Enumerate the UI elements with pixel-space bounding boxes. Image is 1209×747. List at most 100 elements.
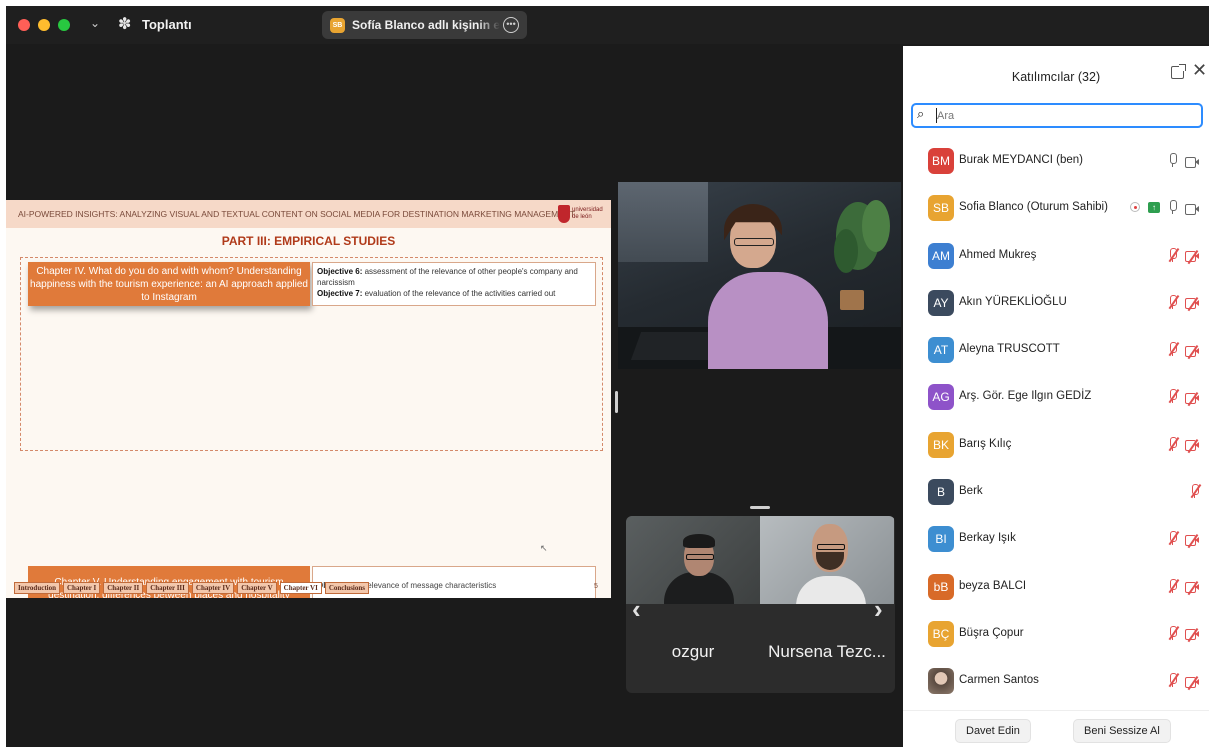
objective-8-text: relevance of message characteristics (362, 581, 497, 590)
mic-muted-icon[interactable] (1168, 436, 1179, 451)
title-bar: ⌄ ✽ Toplantı SB Sofía Blanco adlı kişini… (6, 6, 1209, 44)
mute-me-button[interactable]: Beni Sessize Al (1073, 719, 1171, 743)
video-gallery-strip: ‹ › ozgur Nursena Tezc... (626, 516, 895, 693)
participant-name: Aleyna TRUSCOTT (959, 343, 1060, 356)
mic-muted-icon[interactable] (1168, 294, 1179, 309)
participant-row[interactable]: AY Akın YÜREKLİOĞLU (903, 281, 1209, 328)
avatar: BM (928, 148, 954, 174)
gallery-prev-icon[interactable]: ‹ (632, 594, 641, 625)
participant-name: Berkay Işık (959, 532, 1016, 545)
slide-nav-bar: Introduction Chapter I Chapter II Chapte… (14, 582, 369, 594)
shared-screen-slide: AI-POWERED INSIGHTS: ANALYZING VISUAL AN… (6, 200, 611, 598)
avatar: AG (928, 384, 954, 411)
slide-nav-item[interactable]: Chapter I (63, 582, 101, 594)
more-options-icon[interactable]: ••• (503, 17, 519, 33)
participant-row[interactable]: AT Aleyna TRUSCOTT (903, 328, 1209, 375)
screen-share-icon: ↑ (1148, 201, 1160, 213)
slide-nav-item[interactable]: Introduction (14, 582, 60, 594)
participant-row[interactable]: BÇ Büşra Çopur (903, 612, 1209, 659)
participant-status-icons: ↑ (1130, 200, 1199, 215)
mic-muted-icon[interactable] (1168, 342, 1179, 357)
mic-muted-icon[interactable] (1168, 531, 1179, 546)
mic-muted-icon[interactable] (1168, 247, 1179, 262)
avatar (928, 668, 954, 695)
participant-search[interactable]: ⌕ (911, 103, 1203, 128)
participant-row[interactable]: SB Sofia Blanco (Oturum Sahibi) ↑ (903, 186, 1209, 233)
slide-nav-item[interactable]: Chapter II (103, 582, 144, 594)
mic-muted-icon[interactable] (1190, 484, 1201, 499)
mic-muted-icon[interactable] (1168, 389, 1179, 404)
gallery-drag-handle[interactable] (750, 506, 770, 509)
participant-list: BM Burak MEYDANCI (ben) SB Sofia Blanco (Ot… (903, 139, 1209, 707)
participant-name-label: Nursena Tezc... (768, 642, 886, 661)
slide-nav-item[interactable]: Chapter III (146, 582, 189, 594)
chevron-down-icon[interactable]: ⌄ (90, 16, 100, 30)
fullscreen-window-button[interactable] (58, 19, 70, 31)
meeting-app-icon: ✽ (118, 16, 132, 33)
participant-name: Barış Kılıç (959, 437, 1012, 450)
app-title: Toplantı (142, 17, 192, 32)
active-speaker-video[interactable] (618, 182, 901, 369)
participant-name: beyza BALCI (959, 579, 1027, 592)
camera-off-icon[interactable] (1185, 533, 1199, 548)
camera-off-icon[interactable] (1185, 297, 1199, 312)
invite-button[interactable]: Davet Edin (955, 719, 1031, 743)
camera-off-icon[interactable] (1185, 628, 1199, 643)
camera-icon[interactable] (1185, 203, 1199, 215)
screen-share-pill[interactable]: SB Sofía Blanco adlı kişinin ekranı ••• (322, 11, 527, 39)
participant-row[interactable]: BI Berkay Işık (903, 517, 1209, 564)
participant-status-icons (1168, 294, 1199, 312)
camera-off-icon[interactable] (1185, 344, 1199, 359)
university-shield-icon (558, 205, 570, 223)
participant-status-icons (1168, 342, 1199, 359)
video-tile-ozgur[interactable] (626, 516, 760, 604)
objective-7-text: evaluation of the relevance of the activ… (362, 289, 556, 298)
participant-row[interactable]: AM Ahmed Mukreş (903, 234, 1209, 281)
participants-title: Katılımcılar (32) (1011, 70, 1101, 84)
close-window-button[interactable] (18, 19, 30, 31)
search-input[interactable] (937, 107, 1197, 124)
participant-row[interactable]: BK Barış Kılıç (903, 423, 1209, 470)
slide-part-title: PART III: EMPIRICAL STUDIES (221, 234, 396, 248)
split-resize-handle[interactable] (615, 391, 618, 413)
slide-nav-item[interactable]: Chapter VI (279, 582, 322, 594)
avatar: BÇ (928, 620, 954, 647)
close-icon[interactable]: ✕ (1192, 60, 1207, 81)
popout-icon[interactable] (1171, 64, 1186, 79)
camera-off-icon[interactable] (1185, 392, 1199, 406)
meeting-window: ⌄ ✽ Toplantı SB Sofía Blanco adlı kişini… (6, 6, 1209, 747)
participant-status-icons (1190, 484, 1201, 499)
mic-muted-icon[interactable] (1168, 625, 1179, 640)
participant-row[interactable]: Carmen Santos (903, 659, 1209, 706)
slide-nav-item[interactable]: Chapter V (237, 582, 277, 594)
mic-icon[interactable] (1168, 200, 1177, 215)
participant-name: Sofia Blanco (Oturum Sahibi) (959, 201, 1108, 214)
camera-off-icon[interactable] (1185, 439, 1199, 454)
slide-nav-item[interactable]: Conclusions (324, 582, 369, 594)
mouse-cursor-icon: ↖ (540, 543, 548, 553)
participant-row[interactable]: bB beyza BALCI (903, 565, 1209, 612)
mic-icon[interactable] (1168, 153, 1177, 167)
slide-header: AI-POWERED INSIGHTS: ANALYZING VISUAL AN… (6, 200, 611, 228)
participant-row[interactable]: BM Burak MEYDANCI (ben) (903, 139, 1209, 186)
camera-off-icon[interactable] (1185, 675, 1199, 690)
participant-status-icons (1168, 625, 1199, 643)
plant-image (834, 200, 890, 273)
camera-icon[interactable] (1185, 156, 1199, 168)
participant-name: Akın YÜREKLİOĞLU (959, 295, 1067, 308)
camera-off-icon[interactable] (1185, 250, 1199, 265)
university-logo: universidad de león (558, 204, 608, 226)
participant-row[interactable]: B Berk (903, 470, 1209, 517)
participant-status-icons (1168, 578, 1199, 596)
participant-status-icons (1168, 247, 1199, 265)
participant-row[interactable]: AG Arş. Gör. Ege Ilgın GEDİZ (903, 375, 1209, 422)
gallery-next-icon[interactable]: › (874, 594, 883, 625)
participant-status-icons (1168, 531, 1199, 548)
minimize-window-button[interactable] (38, 19, 50, 31)
video-tile-nursena[interactable] (760, 516, 894, 604)
mic-muted-icon[interactable] (1168, 673, 1179, 688)
slide-nav-item[interactable]: Chapter IV (191, 582, 235, 594)
camera-off-icon[interactable] (1185, 581, 1199, 596)
mic-muted-icon[interactable] (1168, 578, 1179, 593)
participant-status-icons (1168, 436, 1199, 454)
